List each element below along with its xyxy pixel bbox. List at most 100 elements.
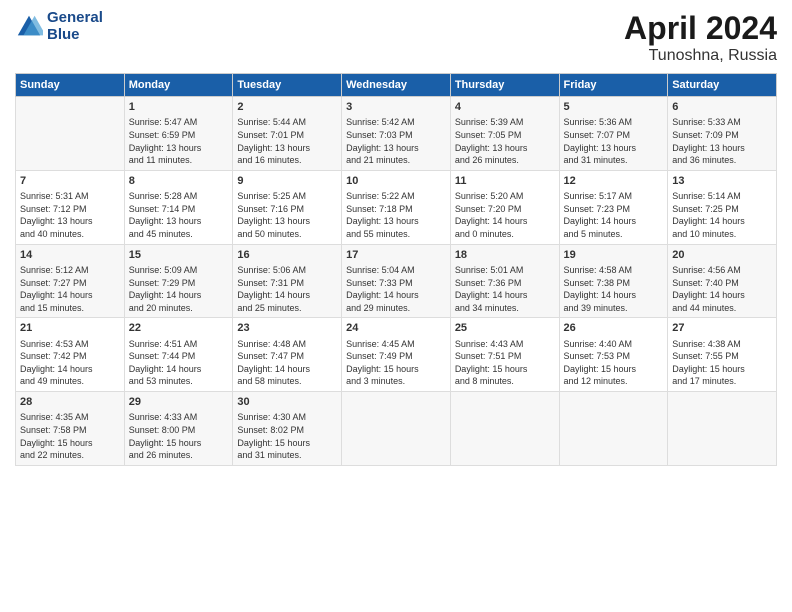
day-info-line: and 36 minutes.	[672, 154, 772, 167]
day-info-line: Daylight: 14 hours	[237, 363, 337, 376]
day-number: 3	[346, 100, 446, 115]
calendar-cell: 13Sunrise: 5:14 AMSunset: 7:25 PMDayligh…	[668, 170, 777, 244]
day-info-line: Sunrise: 5:01 AM	[455, 264, 555, 277]
day-info-line: and 55 minutes.	[346, 228, 446, 241]
day-info-line: and 20 minutes.	[129, 302, 229, 315]
day-number: 25	[455, 321, 555, 336]
week-row-4: 21 Sunrise: 4:53 AMSunset: 7:42 PM Dayligh…	[16, 318, 777, 392]
calendar-cell: 28Sunrise: 4:35 AMSunset: 7:58 PMDayligh…	[16, 392, 125, 466]
day-number: 6	[672, 100, 772, 115]
day-info-line: and 3 minutes.	[346, 375, 446, 388]
day-number: 24	[346, 321, 446, 336]
day-number: 20	[672, 248, 772, 263]
day-number: 12	[564, 174, 664, 189]
day-info-line: Sunset: 7:27 PM	[20, 277, 120, 290]
calendar-cell: 29Sunrise: 4:33 AMSunset: 8:00 PMDayligh…	[124, 392, 233, 466]
day-info-line: Daylight: 14 hours	[237, 289, 337, 302]
day-info-line: and 44 minutes.	[672, 302, 772, 315]
day-info-line: and 11 minutes.	[129, 154, 229, 167]
day-info-line: Sunrise: 4:30 AM	[237, 411, 337, 424]
day-info-line: Daylight: 14 hours	[672, 215, 772, 228]
day-info-line: and 26 minutes.	[129, 449, 229, 462]
day-info-line: Sunrise: 5:33 AM	[672, 116, 772, 129]
day-info-line: Sunset: 7:03 PM	[346, 129, 446, 142]
column-header-wednesday: Wednesday	[342, 74, 451, 97]
day-info-line: Daylight: 14 hours	[129, 363, 229, 376]
calendar-cell: 15Sunrise: 5:09 AMSunset: 7:29 PMDayligh…	[124, 244, 233, 318]
week-row-1: 1Sunrise: 5:47 AMSunset: 6:59 PMDaylight…	[16, 97, 777, 171]
day-info-line: Daylight: 13 hours	[455, 142, 555, 155]
day-number: 27	[672, 321, 772, 336]
calendar-cell: 10Sunrise: 5:22 AMSunset: 7:18 PMDayligh…	[342, 170, 451, 244]
calendar-cell: 21Sunrise: 4:53 AMSunset: 7:42 PMDayligh…	[16, 318, 125, 392]
day-info-line: Daylight: 15 hours	[20, 437, 120, 450]
column-header-thursday: Thursday	[450, 74, 559, 97]
calendar-cell	[16, 97, 125, 171]
calendar-table: SundayMondayTuesdayWednesdayThursdayFrid…	[15, 73, 777, 466]
column-header-saturday: Saturday	[668, 74, 777, 97]
day-info-line: Sunset: 7:20 PM	[455, 203, 555, 216]
day-info-line: Sunset: 7:14 PM	[129, 203, 229, 216]
day-info-line: Sunrise: 4:43 AM	[455, 338, 555, 351]
day-info-line: Sunrise: 4:45 AM	[346, 338, 446, 351]
day-info-line: Sunset: 7:05 PM	[455, 129, 555, 142]
calendar-cell: 12Sunrise: 5:17 AMSunset: 7:23 PMDayligh…	[559, 170, 668, 244]
day-info-line: Sunset: 7:40 PM	[672, 277, 772, 290]
day-info-line: Daylight: 14 hours	[129, 289, 229, 302]
day-info-line: Sunset: 7:31 PM	[237, 277, 337, 290]
day-info-line: Sunrise: 4:58 AM	[564, 264, 664, 277]
calendar-cell: 19Sunrise: 4:58 AMSunset: 7:38 PMDayligh…	[559, 244, 668, 318]
day-info-line: Sunrise: 5:14 AM	[672, 190, 772, 203]
calendar-cell: 9Sunrise: 5:25 AMSunset: 7:16 PMDaylight…	[233, 170, 342, 244]
day-number: 22	[129, 321, 229, 336]
day-info-line: Sunrise: 4:53 AM	[20, 338, 120, 351]
day-info-line: Daylight: 13 hours	[564, 142, 664, 155]
day-info-line: Sunrise: 4:51 AM	[129, 338, 229, 351]
day-number: 5	[564, 100, 664, 115]
day-number: 19	[564, 248, 664, 263]
day-info-line: Sunset: 7:12 PM	[20, 203, 120, 216]
week-row-3: 14Sunrise: 5:12 AMSunset: 7:27 PMDayligh…	[16, 244, 777, 318]
day-info-line: and 50 minutes.	[237, 228, 337, 241]
day-info-line: Sunrise: 4:33 AM	[129, 411, 229, 424]
logo-icon	[15, 13, 43, 41]
day-info-line: Daylight: 13 hours	[346, 215, 446, 228]
calendar-cell: 18Sunrise: 5:01 AMSunset: 7:36 PMDayligh…	[450, 244, 559, 318]
day-number: 16	[237, 248, 337, 263]
day-info-line: Sunset: 7:42 PM	[20, 350, 120, 363]
day-info-line: and 31 minutes.	[564, 154, 664, 167]
calendar-cell: 11Sunrise: 5:20 AMSunset: 7:20 PMDayligh…	[450, 170, 559, 244]
day-info-line: and 15 minutes.	[20, 302, 120, 315]
day-info-line: Sunset: 7:01 PM	[237, 129, 337, 142]
calendar-cell	[559, 392, 668, 466]
day-info-line: Sunrise: 5:47 AM	[129, 116, 229, 129]
day-info-line: Daylight: 13 hours	[20, 215, 120, 228]
day-info-line: Sunset: 7:09 PM	[672, 129, 772, 142]
day-number: 28	[20, 395, 120, 410]
page: General Blue April 2024 Tunoshna, Russia…	[0, 0, 792, 612]
logo-line2: Blue	[47, 27, 103, 44]
calendar-cell: 27Sunrise: 4:38 AMSunset: 7:55 PMDayligh…	[668, 318, 777, 392]
day-number: 9	[237, 174, 337, 189]
day-number: 21	[20, 321, 120, 336]
day-info-line: Sunset: 8:00 PM	[129, 424, 229, 437]
day-number: 10	[346, 174, 446, 189]
day-info-line: Sunrise: 5:06 AM	[237, 264, 337, 277]
day-info-line: and 58 minutes.	[237, 375, 337, 388]
day-info-line: Sunset: 7:23 PM	[564, 203, 664, 216]
day-info-line: Daylight: 14 hours	[564, 215, 664, 228]
day-info-line: Daylight: 14 hours	[346, 289, 446, 302]
calendar-cell: 24Sunrise: 4:45 AMSunset: 7:49 PMDayligh…	[342, 318, 451, 392]
day-info-line: and 0 minutes.	[455, 228, 555, 241]
day-info-line: Daylight: 13 hours	[672, 142, 772, 155]
column-header-tuesday: Tuesday	[233, 74, 342, 97]
day-info-line: Daylight: 15 hours	[129, 437, 229, 450]
day-info-line: and 29 minutes.	[346, 302, 446, 315]
calendar-cell: 3Sunrise: 5:42 AMSunset: 7:03 PMDaylight…	[342, 97, 451, 171]
day-number: 17	[346, 248, 446, 263]
day-info-line: Sunrise: 5:44 AM	[237, 116, 337, 129]
day-info-line: Daylight: 15 hours	[455, 363, 555, 376]
title-block: April 2024 Tunoshna, Russia	[624, 10, 777, 65]
day-info-line: Sunrise: 5:31 AM	[20, 190, 120, 203]
day-number: 30	[237, 395, 337, 410]
